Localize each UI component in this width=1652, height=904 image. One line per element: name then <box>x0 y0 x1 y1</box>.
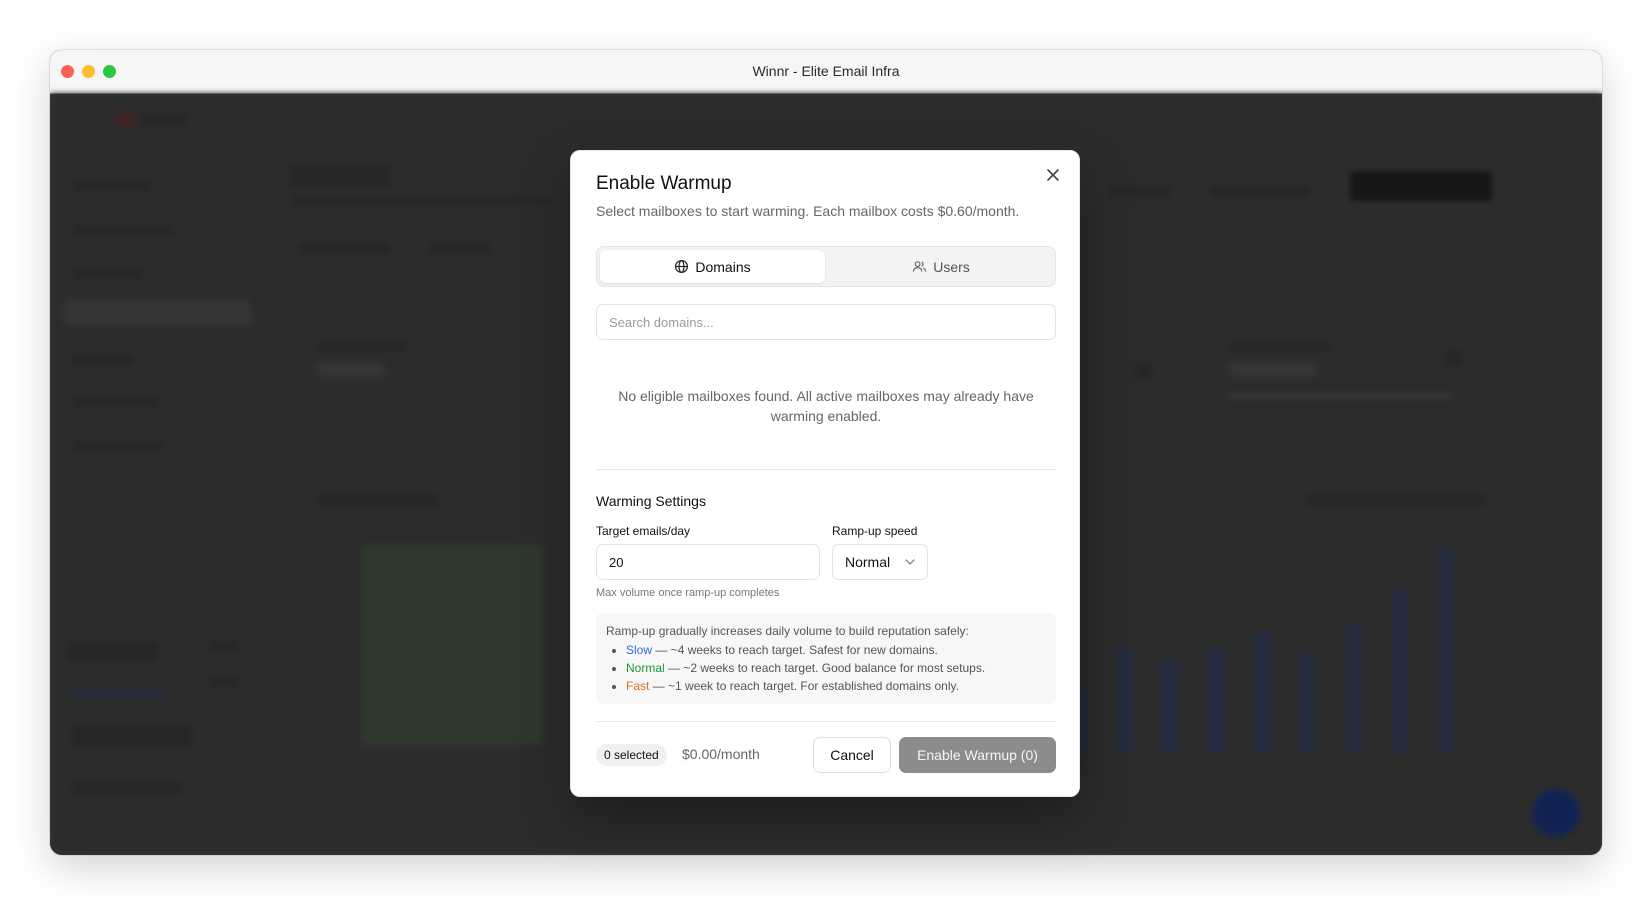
dialog-description: Select mailboxes to start warming. Each … <box>596 203 1020 219</box>
slow-label: Slow <box>626 643 653 657</box>
ramp-up-speed-select[interactable]: Normal <box>832 544 928 580</box>
tab-domains[interactable]: Domains <box>600 250 825 283</box>
ramp-up-info-intro: Ramp-up gradually increases daily volume… <box>606 624 969 638</box>
target-emails-label: Target emails/day <box>596 524 691 538</box>
users-icon <box>913 261 927 272</box>
normal-label: Normal <box>626 661 665 675</box>
title-bar: Winnr - Elite Email Infra <box>50 50 1602 94</box>
section-divider <box>596 469 1056 470</box>
fast-description: — ~1 week to reach target. For establish… <box>649 679 959 693</box>
target-emails-input[interactable] <box>596 544 820 580</box>
dialog-title: Enable Warmup <box>596 173 732 194</box>
fast-label: Fast <box>626 679 650 693</box>
close-icon[interactable] <box>1043 165 1063 185</box>
search-domains-input[interactable] <box>596 304 1056 340</box>
tab-domains-label: Domains <box>695 258 751 275</box>
chevron-down-icon <box>905 556 915 568</box>
ramp-up-option-slow: Slow — ~4 weeks to reach target. Safest … <box>626 641 1046 659</box>
normal-description: — ~2 weeks to reach target. Good balance… <box>664 661 986 675</box>
mailbox-tabs: Domains Users <box>596 246 1056 287</box>
slow-description: — ~4 weeks to reach target. Safest for n… <box>652 643 938 657</box>
tab-users-label: Users <box>933 258 970 275</box>
ramp-up-option-fast: Fast — ~1 week to reach target. For esta… <box>626 677 1046 695</box>
ramp-up-option-normal: Normal — ~2 weeks to reach target. Good … <box>626 659 1046 677</box>
ramp-up-speed-label: Ramp-up speed <box>832 524 918 538</box>
cancel-button[interactable]: Cancel <box>813 737 891 773</box>
ramp-up-speed-value: Normal <box>845 554 891 570</box>
tab-users[interactable]: Users <box>829 250 1053 283</box>
selected-count-badge: 0 selected <box>596 744 667 766</box>
footer-divider <box>596 721 1056 722</box>
enable-warmup-dialog: Enable Warmup Select mailboxes to start … <box>570 150 1080 797</box>
monthly-price: $0.00/month <box>682 746 760 762</box>
globe-icon <box>675 259 689 274</box>
window-title: Winnr - Elite Email Infra <box>752 63 900 79</box>
empty-state-message: No eligible mailboxes found. All active … <box>618 388 1034 424</box>
warming-settings-title: Warming Settings <box>596 493 706 509</box>
target-emails-hint: Max volume once ramp-up completes <box>596 587 780 599</box>
ramp-up-info-box: Ramp-up gradually increases daily volume… <box>596 613 1056 704</box>
dialog-footer: 0 selected $0.00/month Cancel Enable War… <box>596 737 1056 773</box>
enable-warmup-button[interactable]: Enable Warmup (0) <box>899 737 1056 773</box>
